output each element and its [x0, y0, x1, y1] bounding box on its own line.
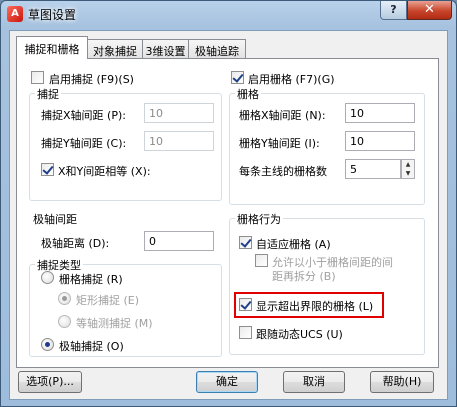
grid-spacing-group-title: 栅格	[235, 86, 261, 102]
dialog-title: 草图设置	[28, 8, 77, 22]
polar-snap-radio[interactable]	[41, 338, 54, 351]
enable-grid-label[interactable]: 启用栅格 (F7)(G)	[248, 71, 335, 87]
close-icon[interactable]: ✕	[407, 1, 452, 20]
adaptive-grid-checkbox[interactable]	[239, 236, 252, 249]
polar-snap-label[interactable]: 极轴捕捉 (O)	[59, 338, 124, 354]
major-line-grid-count-label: 每条主线的栅格数	[239, 165, 327, 178]
spin-down-icon[interactable]: ▼	[402, 169, 414, 178]
cancel-button[interactable]: 取消	[283, 371, 345, 393]
enable-grid-checkbox[interactable]	[231, 71, 244, 84]
grid-snap-radio[interactable]	[41, 271, 54, 284]
title-bar[interactable]: A 草图设置 ? ✕	[1, 1, 456, 27]
tab-polar-tracking[interactable]: 极轴追踪	[188, 39, 246, 58]
snap-grid-tab-panel: 启用捕捉 (F9)(S) 捕捉 捕捉X轴间距 (P): 10 捕捉Y轴间距 (C…	[16, 58, 439, 368]
major-line-grid-count-input[interactable]: 5	[345, 159, 401, 179]
follow-dynamic-ucs-checkbox[interactable]	[239, 326, 252, 339]
polar-distance-input[interactable]: 0	[144, 231, 214, 251]
spin-up-icon[interactable]: ▲	[402, 160, 414, 169]
snap-x-spacing-input[interactable]: 10	[144, 103, 214, 123]
snap-type-group	[29, 264, 222, 357]
rectangular-snap-radio[interactable]	[58, 292, 71, 305]
polar-distance-label: 极轴距离 (D):	[41, 237, 110, 250]
isometric-snap-radio[interactable]	[58, 315, 71, 328]
tab-object-snap[interactable]: 对象捕捉	[87, 39, 143, 58]
equal-xy-spacing-label[interactable]: X和Y间距相等 (X):	[58, 163, 151, 179]
grid-y-spacing-input[interactable]: 10	[345, 131, 415, 151]
isometric-snap-label[interactable]: 等轴测捕捉 (M)	[76, 315, 153, 331]
grid-x-spacing-input[interactable]: 10	[345, 103, 415, 123]
allow-subdivide-label-line2[interactable]: 距再拆分 (B)	[272, 268, 336, 284]
equal-xy-spacing-checkbox[interactable]	[41, 163, 54, 176]
snap-y-spacing-label: 捕捉Y轴间距 (C):	[41, 137, 127, 150]
autocad-app-icon: A	[7, 6, 23, 22]
red-highlight-box	[234, 292, 384, 318]
major-line-spinner[interactable]: ▲ ▼	[401, 159, 415, 179]
tab-snap-and-grid[interactable]: 捕捉和栅格	[16, 36, 88, 59]
tab-3d-settings[interactable]: 3维设置	[142, 39, 189, 58]
follow-dynamic-ucs-label[interactable]: 跟随动态UCS (U)	[256, 326, 343, 342]
enable-snap-label[interactable]: 启用捕捉 (F9)(S)	[49, 71, 134, 87]
polar-spacing-section-title: 极轴间距	[33, 213, 77, 226]
enable-snap-checkbox[interactable]	[31, 71, 44, 84]
dialog-client-area: 捕捉和栅格 对象捕捉 3维设置 极轴追踪 启用捕捉 (F9)(S) 捕捉 捕捉X…	[9, 30, 448, 400]
grid-y-spacing-label: 栅格Y轴间距 (I):	[239, 137, 320, 150]
grid-x-spacing-label: 栅格X轴间距 (N):	[239, 109, 326, 122]
ok-button[interactable]: 确定	[196, 371, 258, 393]
snap-y-spacing-input[interactable]: 10	[144, 131, 214, 151]
grid-behavior-group-title: 栅格行为	[235, 211, 283, 227]
adaptive-grid-label[interactable]: 自适应栅格 (A)	[256, 236, 331, 252]
grid-snap-label[interactable]: 栅格捕捉 (R)	[59, 271, 123, 287]
sketch-settings-dialog: A 草图设置 ? ✕ 捕捉和栅格 对象捕捉 3维设置 极轴追踪 启用捕捉 (F9…	[0, 0, 457, 407]
help-button[interactable]: 帮助(H)	[370, 371, 434, 393]
allow-subdivide-checkbox[interactable]	[255, 254, 268, 267]
snap-spacing-group-title: 捕捉	[35, 86, 61, 102]
snap-x-spacing-label: 捕捉X轴间距 (P):	[41, 109, 126, 122]
rectangular-snap-label[interactable]: 矩形捕捉 (E)	[76, 292, 139, 308]
help-icon[interactable]: ?	[380, 1, 407, 20]
options-button[interactable]: 选项(P)...	[18, 371, 82, 393]
